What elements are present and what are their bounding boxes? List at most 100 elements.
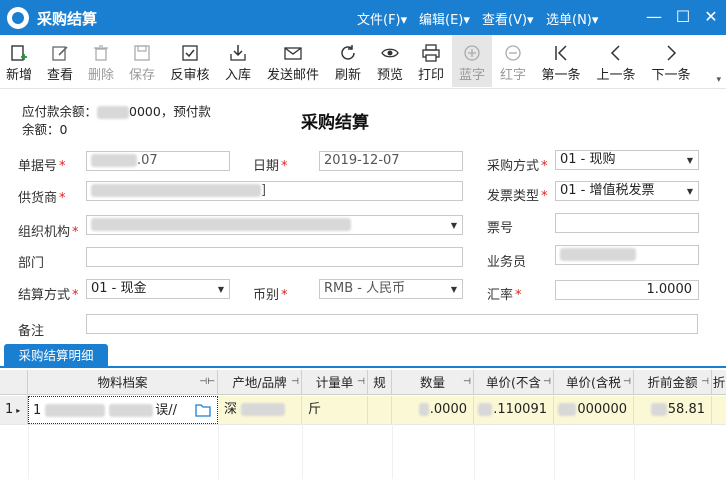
save-button[interactable]: 保存 (123, 35, 161, 87)
pin-icon: ⊣ (701, 377, 709, 387)
col-amount[interactable]: 折前金额 ⊣ (634, 370, 712, 395)
currency-select[interactable]: RMB - 人民币 (319, 279, 463, 299)
prev-record-button[interactable]: 上一条 (592, 35, 640, 87)
row-header-corner (0, 370, 28, 395)
refresh-button[interactable]: 刷新 (329, 35, 367, 87)
remark-input[interactable] (86, 314, 698, 334)
trash-icon (94, 45, 108, 61)
col-price-ex[interactable]: 单价(不含 ⊣ (474, 370, 554, 395)
mail-icon (284, 47, 302, 60)
blue-button[interactable]: 蓝字 (452, 35, 492, 87)
supplier-label: 供货商 * (18, 191, 66, 206)
pin-icon: ⊣ (291, 377, 299, 387)
inbound-icon (230, 45, 246, 61)
masked-value (97, 106, 130, 119)
cell-unit[interactable]: 斤 (302, 396, 368, 424)
menu-view[interactable]: 查看(V)▾ (482, 9, 534, 28)
col-qty[interactable]: 数量 ⊣ (392, 370, 474, 395)
cell-origin[interactable]: 深 (218, 396, 302, 424)
invoice-type-select[interactable]: 01 - 增值税发票 (555, 181, 699, 201)
red-button[interactable]: 红字 (494, 35, 532, 87)
date-label: 日期 * (253, 159, 288, 174)
print-button[interactable]: 打印 (412, 35, 450, 87)
cell-material[interactable]: 1 误// (28, 396, 218, 424)
prev-icon (610, 45, 620, 61)
org-select[interactable] (86, 215, 463, 235)
edit-icon (52, 46, 68, 61)
settle-method-select[interactable]: 01 - 现金 (86, 279, 230, 299)
minus-circle-icon (505, 45, 521, 61)
unaudit-icon (182, 45, 198, 61)
cell-discount[interactable] (712, 396, 726, 424)
close-button[interactable]: ✕ (700, 6, 722, 28)
pin-icon: ⊣ (463, 377, 471, 387)
row-index: 1 ▸ (0, 396, 28, 424)
salesman-input[interactable] (555, 245, 699, 265)
maximize-button[interactable]: ☐ (672, 6, 694, 28)
menu-edit[interactable]: 编辑(E)▾ (419, 9, 470, 28)
first-icon (555, 45, 567, 61)
next-record-button[interactable]: 下一条 (647, 35, 695, 87)
bill-no-label: 单据号 * (18, 159, 66, 174)
save-icon (134, 45, 150, 61)
new-button[interactable]: 新增 (0, 35, 38, 87)
cell-amount[interactable]: 58.81 (634, 396, 712, 424)
toolbar-more-icon[interactable]: ▾ (716, 75, 721, 85)
plus-circle-icon (464, 45, 480, 61)
menu-file[interactable]: 文件(F)▾ (357, 9, 407, 28)
dept-input[interactable] (86, 247, 463, 267)
minimize-button[interactable]: — (643, 6, 665, 28)
inbound-button[interactable]: 入库 (219, 35, 257, 87)
pin-icon: ⊣ (357, 377, 365, 387)
detail-tabbar: 采购结算明细 (0, 343, 726, 368)
view-button[interactable]: 查看 (41, 35, 79, 87)
col-unit[interactable]: 计量单 ⊣ (302, 370, 368, 395)
pin-icon: ⊣⊢ (199, 377, 215, 387)
settle-method-label: 结算方式 * (18, 288, 79, 303)
grid-empty-area (0, 424, 726, 479)
unaudit-button[interactable]: 反审核 (166, 35, 214, 87)
delete-button[interactable]: 删除 (82, 35, 120, 87)
cell-spec[interactable] (368, 396, 392, 424)
cell-qty[interactable]: .0000 (392, 396, 474, 424)
toolbar: 新增 查看 删除 保存 反审核 入库 发送邮件 刷新 预览 打印 蓝字 红字 第… (0, 35, 726, 89)
bill-no-input[interactable]: .07 (86, 151, 230, 171)
preview-button[interactable]: 预览 (371, 35, 409, 87)
dept-label: 部门 (18, 256, 45, 271)
window-title: 采购结算 (37, 10, 98, 28)
purchase-method-select[interactable]: 01 - 现购 (555, 150, 699, 170)
col-material[interactable]: 物料档案 ⊣⊢ (28, 370, 218, 395)
refresh-icon (341, 45, 355, 60)
col-spec[interactable]: 规 (368, 370, 392, 395)
tab-settlement-detail[interactable]: 采购结算明细 (4, 344, 108, 368)
pin-icon: ⊣ (543, 377, 551, 387)
form-title: 采购结算 (301, 113, 369, 133)
cell-price-ex[interactable]: .110091 (474, 396, 554, 424)
ticket-no-label: 票号 (487, 221, 514, 236)
rate-input[interactable]: 1.0000 (555, 280, 699, 300)
folder-icon[interactable] (195, 403, 211, 417)
date-input[interactable]: 2019-12-07 (319, 151, 463, 171)
eye-icon (381, 48, 399, 58)
invoice-type-label: 发票类型 * (487, 189, 548, 204)
first-record-button[interactable]: 第一条 (537, 35, 585, 87)
title-bar: 采购结算 文件(F)▾ 编辑(E)▾ 查看(V)▾ 选单(N)▾ — ☐ ✕ (0, 0, 726, 35)
send-mail-button[interactable]: 发送邮件 (262, 35, 324, 87)
org-label: 组织机构 * (18, 225, 79, 240)
salesman-label: 业务员 (487, 255, 527, 270)
add-doc-icon (11, 45, 27, 61)
remark-label: 备注 (18, 324, 45, 339)
currency-label: 币别 * (253, 288, 288, 303)
table-row[interactable]: 1 ▸ 1 误// 深 斤 .0000 .110091 000000 58.81 (0, 396, 726, 424)
next-icon (667, 45, 677, 61)
col-price-in[interactable]: 单价(含税 ⊣ (554, 370, 634, 395)
menu-select[interactable]: 选单(N)▾ (546, 9, 598, 28)
ticket-no-input[interactable] (555, 213, 699, 233)
detail-grid-header: 物料档案 ⊣⊢ 产地/品牌 ⊣ 计量单 ⊣ 规 数量 ⊣ 单价(不含 ⊣ 单价(含税 ⊣ 折… (0, 370, 726, 395)
col-discount[interactable]: 折 (712, 370, 726, 395)
supplier-input[interactable]: ] (86, 181, 463, 201)
cell-price-in[interactable]: 000000 (554, 396, 634, 424)
pin-icon: ⊣ (623, 377, 631, 387)
col-origin[interactable]: 产地/品牌 ⊣ (218, 370, 302, 395)
purchase-method-label: 采购方式 * (487, 159, 548, 174)
